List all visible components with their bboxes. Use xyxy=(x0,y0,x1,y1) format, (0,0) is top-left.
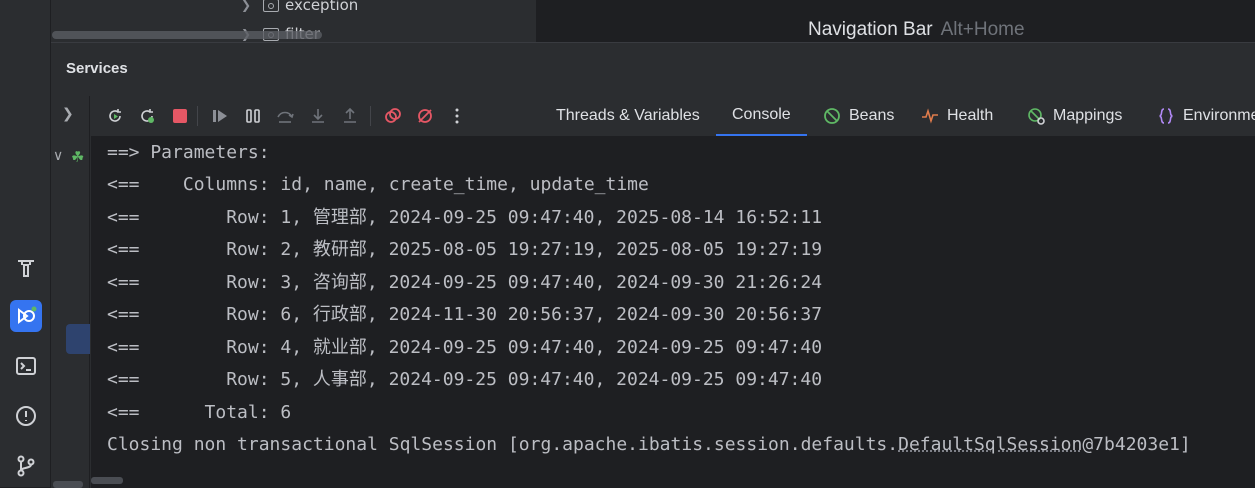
closing-prefix: Closing non transactional SqlSession [or… xyxy=(107,434,899,455)
problems-icon[interactable] xyxy=(10,400,42,432)
console-line: ==> Parameters: xyxy=(107,142,281,163)
console-line: <== Row: 4, 就业部, 2024-09-25 09:47:40, 20… xyxy=(107,337,823,358)
spring-boot-icon: ☘ xyxy=(71,148,85,166)
tab-label: Beans xyxy=(849,107,895,124)
chevron-down-icon[interactable]: ∨ xyxy=(53,148,63,164)
services-tree: ❯ ∨ ☘ xyxy=(51,96,90,488)
selected-tree-item[interactable] xyxy=(66,324,90,354)
console-output[interactable]: ==> Parameters: <== Columns: id, name, c… xyxy=(91,137,1255,488)
console-line: <== Row: 6, 行政部, 2024-11-30 20:56:37, 20… xyxy=(107,304,823,325)
tab-label: Threads & Variables xyxy=(556,107,700,124)
tab-mappings[interactable]: Mappings xyxy=(1027,96,1122,136)
services-panel: Services ❯ ∨ ☘ Threads & Variables Conso… xyxy=(51,42,1255,488)
console-line: <== Row: 3, 咨询部, 2024-09-25 09:47:40, 20… xyxy=(107,272,823,293)
chevron-right-icon[interactable]: ❯ xyxy=(241,0,255,12)
services-icon[interactable] xyxy=(10,300,42,332)
tree-item-exception[interactable]: ❯ exception xyxy=(241,0,358,16)
toolbar-divider xyxy=(197,106,198,126)
tab-label: Environment xyxy=(1183,107,1255,124)
beans-icon xyxy=(824,108,840,124)
panel-title: Services xyxy=(66,60,128,77)
mute-breakpoints-icon[interactable] xyxy=(415,106,435,126)
class-link[interactable]: DefaultSqlSession xyxy=(898,434,1082,455)
services-toolbar: Threads & Variables Console Beans Health… xyxy=(91,96,1255,137)
tab-console[interactable]: Console xyxy=(716,96,807,136)
terminal-icon[interactable] xyxy=(10,350,42,382)
toolbar-divider xyxy=(370,106,371,126)
view-breakpoints-icon[interactable] xyxy=(383,106,403,126)
chevron-right-icon[interactable]: ❯ xyxy=(62,106,74,122)
tab-environment[interactable]: Environment xyxy=(1157,96,1255,136)
console-line: <== Columns: id, name, create_time, upda… xyxy=(107,174,649,195)
console-line-closing: Closing non transactional SqlSession [or… xyxy=(107,430,1191,460)
tab-health[interactable]: Health xyxy=(921,96,993,136)
console-line: <== Row: 1, 管理部, 2024-09-25 09:47:40, 20… xyxy=(107,207,823,228)
tab-beans[interactable]: Beans xyxy=(823,96,894,136)
step-into-icon[interactable] xyxy=(308,106,328,126)
rerun-icon[interactable] xyxy=(105,106,125,126)
navigation-bar-hint: Navigation Bar Alt+Home xyxy=(808,19,1025,41)
stop-icon[interactable] xyxy=(170,106,190,126)
pause-icon[interactable] xyxy=(243,106,263,126)
closing-suffix: @7b4203e1] xyxy=(1082,434,1191,455)
console-line: <== Total: 6 xyxy=(107,402,292,423)
step-over-icon[interactable] xyxy=(275,106,295,126)
horizontal-scrollbar[interactable] xyxy=(52,31,322,39)
hint-shortcut: Alt+Home xyxy=(940,19,1025,40)
tab-label: Health xyxy=(947,107,994,124)
tab-label: Mappings xyxy=(1053,107,1123,124)
tree-item-label: exception xyxy=(285,0,359,14)
rerun-debug-icon[interactable] xyxy=(137,106,157,126)
console-line: <== Row: 2, 教研部, 2025-08-05 19:27:19, 20… xyxy=(107,239,823,260)
health-icon xyxy=(922,108,938,124)
tab-threads-variables[interactable]: Threads & Variables xyxy=(556,96,700,136)
console-line: <== Row: 5, 人事部, 2024-09-25 09:47:40, 20… xyxy=(107,369,823,390)
more-icon[interactable] xyxy=(447,106,467,126)
console-scrollbar[interactable] xyxy=(91,477,123,484)
mappings-icon xyxy=(1028,108,1045,125)
activity-bar xyxy=(0,0,51,487)
resume-icon[interactable] xyxy=(210,106,230,126)
step-out-icon[interactable] xyxy=(340,106,360,126)
tab-label: Console xyxy=(732,106,791,123)
package-icon xyxy=(263,0,279,12)
environment-icon xyxy=(1159,108,1173,124)
git-icon[interactable] xyxy=(10,450,42,482)
hint-label: Navigation Bar xyxy=(808,19,933,40)
build-icon[interactable] xyxy=(10,252,42,284)
